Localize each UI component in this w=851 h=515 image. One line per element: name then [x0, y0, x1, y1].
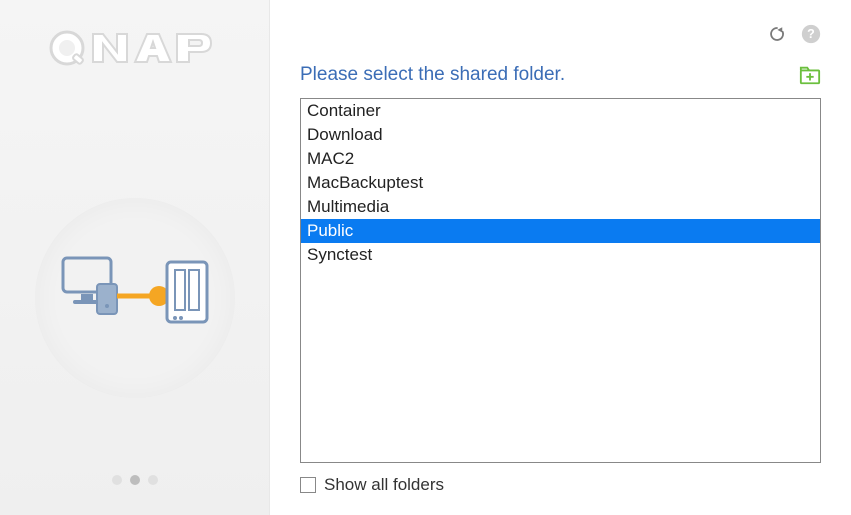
folder-item[interactable]: Public: [301, 219, 820, 243]
top-toolbar: ?: [300, 20, 821, 48]
sync-illustration: [35, 198, 235, 398]
folder-item[interactable]: Download: [301, 123, 820, 147]
show-all-row: Show all folders: [300, 475, 821, 495]
sidebar: [0, 0, 270, 515]
folder-item[interactable]: MAC2: [301, 147, 820, 171]
help-icon[interactable]: ?: [801, 24, 821, 44]
refresh-icon[interactable]: [767, 24, 787, 44]
new-folder-icon[interactable]: [799, 64, 821, 86]
instruction-text: Please select the shared folder.: [300, 64, 565, 86]
show-all-label: Show all folders: [324, 475, 444, 495]
svg-text:?: ?: [807, 27, 815, 41]
show-all-checkbox[interactable]: [300, 477, 316, 493]
folder-listbox[interactable]: ContainerDownloadMAC2MacBackuptestMultim…: [300, 98, 821, 463]
pager-dot-1[interactable]: [130, 475, 140, 485]
folder-item[interactable]: Synctest: [301, 243, 820, 267]
folder-item[interactable]: MacBackuptest: [301, 171, 820, 195]
step-pager: [112, 475, 158, 485]
brand-logo: [45, 28, 225, 68]
pager-dot-0[interactable]: [112, 475, 122, 485]
main-panel: ? Please select the shared folder. Conta…: [270, 0, 851, 515]
folder-item[interactable]: Multimedia: [301, 195, 820, 219]
pager-dot-2[interactable]: [148, 475, 158, 485]
header-row: Please select the shared folder.: [300, 64, 821, 86]
folder-item[interactable]: Container: [301, 99, 820, 123]
